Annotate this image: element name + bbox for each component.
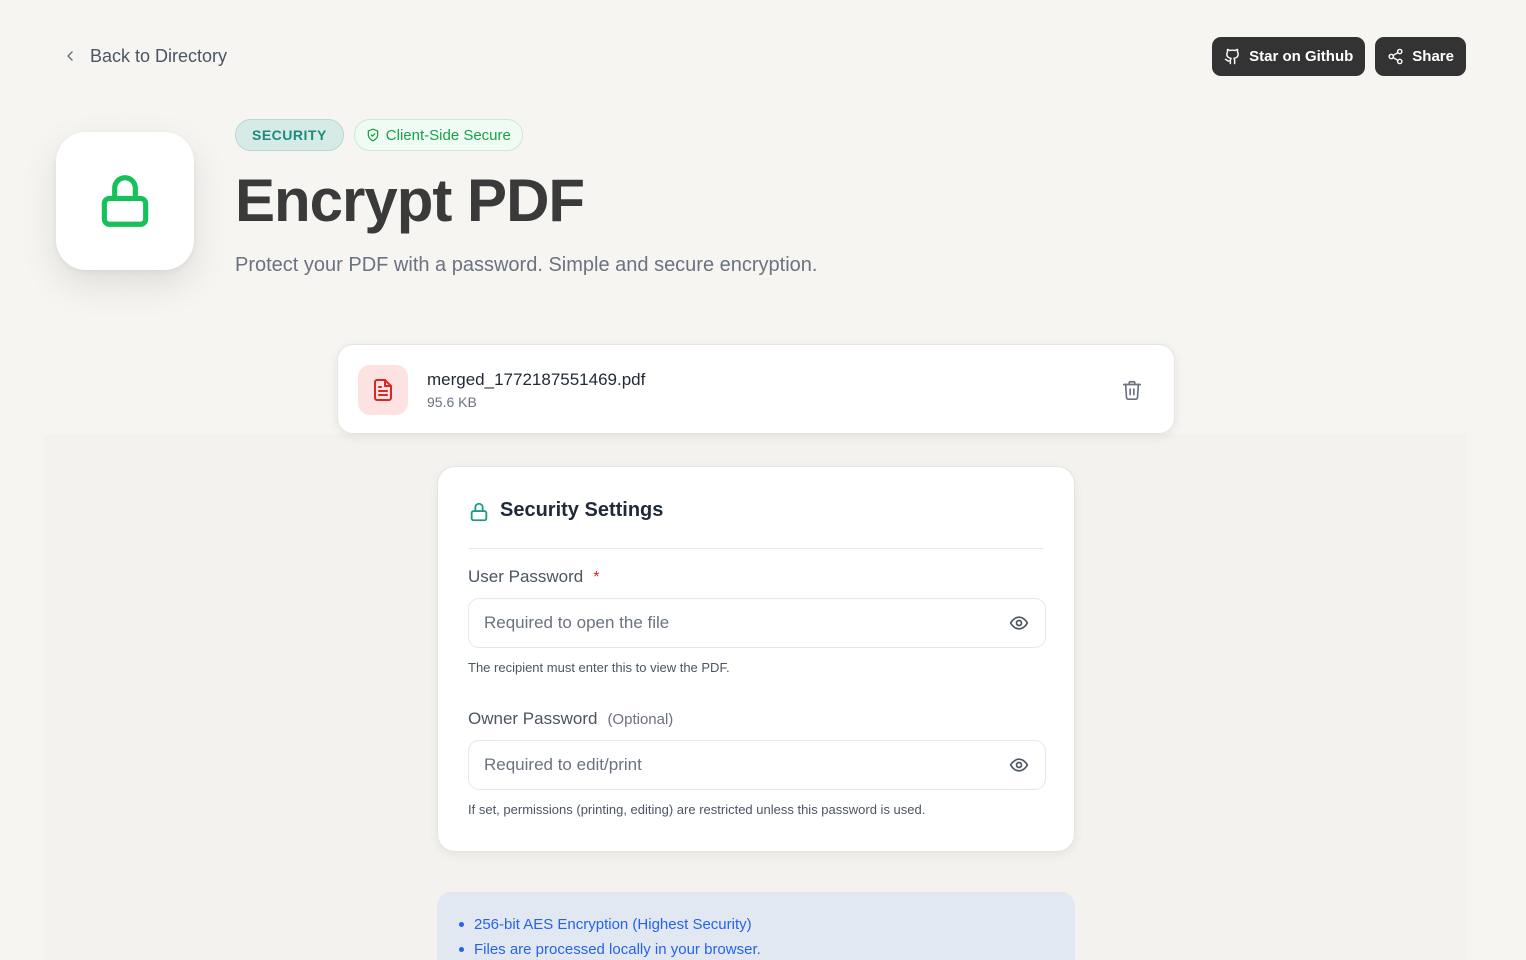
info-list: 256-bit AES Encryption (Highest Security… [459,912,761,960]
eye-icon [1009,758,1029,772]
back-to-directory-link[interactable]: Back to Directory [62,44,227,68]
user-password-label: User Password * [468,567,600,587]
page-subtitle: Protect your PDF with a password. Simple… [235,254,818,276]
secure-badge-label: Client-Side Secure [385,126,511,144]
toggle-owner-password-visibility[interactable] [1008,754,1030,776]
star-on-github-button[interactable]: Star on Github [1212,37,1366,76]
category-badge: SECURITY [235,119,344,151]
owner-password-hint: If set, permissions (printing, editing) … [468,802,926,817]
required-mark: * [593,569,600,586]
share-icon [1388,48,1403,65]
eye-icon [1009,616,1029,630]
remove-file-button[interactable] [1120,378,1144,402]
share-button[interactable]: Share [1375,37,1466,76]
user-password-field [468,598,1046,648]
optional-mark: (Optional) [607,711,674,728]
list-item: 256-bit AES Encryption (Highest Security… [459,912,761,937]
owner-password-label: Owner Password (Optional) [468,709,673,729]
back-link-label: Back to Directory [90,45,228,66]
file-text-icon [374,379,392,401]
category-badge-label: SECURITY [252,127,327,143]
top-actions: Star on Github Share [1212,37,1466,76]
owner-password-input[interactable] [484,755,1008,775]
user-password-input[interactable] [484,613,1008,633]
tool-icon-tile [56,132,194,270]
owner-password-field [468,740,1046,790]
encryption-info-box: 256-bit AES Encryption (Highest Security… [437,892,1075,960]
github-button-label: Star on Github [1249,48,1354,65]
github-icon [1224,48,1240,65]
settings-title: Security Settings [500,499,664,521]
security-settings-card: Security Settings User Password * The re… [437,466,1075,852]
page: Back to Directory Star on Github Share S… [0,0,1526,960]
client-side-secure-badge: Client-Side Secure [353,119,523,151]
page-title: Encrypt PDF [235,167,585,234]
uploaded-file-card: merged_1772187551469.pdf 95.6 KB [337,344,1175,434]
user-password-hint: The recipient must enter this to view th… [468,660,730,675]
info-item-text: 256-bit AES Encryption (Highest Security… [474,916,752,933]
chevron-left-icon [67,51,73,61]
settings-header: Security Settings [468,499,1044,549]
badges: SECURITY Client-Side Secure [235,119,523,151]
lock-icon [470,502,488,522]
bullet-icon [459,947,464,952]
trash-icon [1122,380,1142,400]
bullet-icon [459,922,464,927]
share-button-label: Share [1412,48,1454,65]
info-item-text: Files are processed locally in your brow… [474,941,761,958]
toggle-user-password-visibility[interactable] [1008,612,1030,634]
file-name: merged_1772187551469.pdf [427,370,646,389]
lock-icon [101,175,149,227]
shield-check-icon [367,128,379,142]
user-password-label-text: User Password [468,567,584,586]
file-icon-box [358,365,408,415]
list-item: Files are processed locally in your brow… [459,937,761,960]
file-size: 95.6 KB [427,394,477,410]
owner-password-label-text: Owner Password [468,709,598,728]
